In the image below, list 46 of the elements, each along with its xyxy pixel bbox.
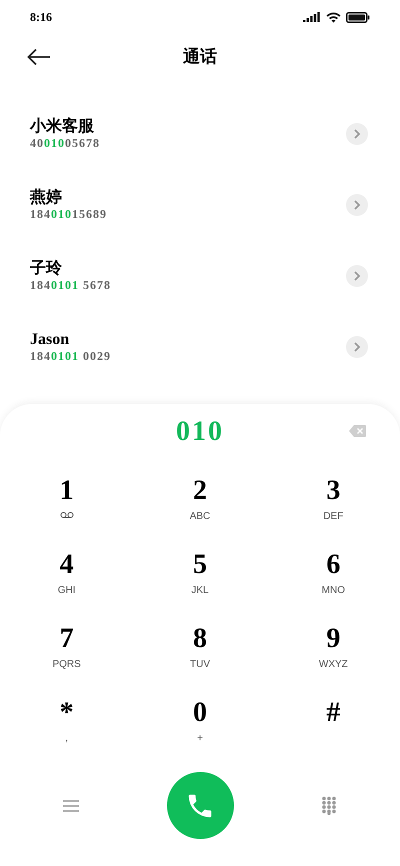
dial-key[interactable]: 9 WXYZ (266, 622, 400, 696)
details-button[interactable] (346, 122, 368, 144)
dial-key[interactable]: 8 TUV (133, 622, 267, 696)
dial-key[interactable]: * , (0, 696, 134, 770)
dial-key[interactable]: 0 + (133, 696, 267, 770)
contact-name: 燕婷 (30, 188, 63, 206)
dial-key[interactable]: 1 (0, 474, 134, 548)
keypad-button[interactable] (320, 796, 338, 816)
contact-number: 1840101 0029 (30, 348, 111, 362)
contact-name: 小米客服 (30, 118, 95, 136)
contact-row[interactable]: 小米客服 4001005678 (0, 98, 400, 169)
contact-number: 184010 15689 (30, 206, 107, 220)
menu-icon (63, 798, 79, 812)
details-button[interactable] (346, 264, 368, 286)
dialed-number: 010 (176, 415, 224, 449)
dial-key[interactable]: 5 JKL (133, 548, 267, 622)
details-button[interactable] (346, 336, 368, 358)
chevron-right-icon (353, 128, 361, 138)
dial-key[interactable]: 4 GHI (0, 548, 134, 622)
status-time: 8:16 (30, 9, 52, 26)
dial-key[interactable]: 6 MNO (266, 548, 400, 622)
contact-name: 子玲 (30, 260, 63, 278)
contact-number: 4001005678 (30, 136, 100, 150)
contact-number: 1840101 5678 (30, 278, 111, 292)
details-button[interactable] (346, 194, 368, 216)
chevron-right-icon (353, 200, 361, 210)
signal-icon (303, 12, 321, 22)
dial-key[interactable]: # (266, 696, 400, 770)
chevron-right-icon (353, 342, 361, 352)
backspace-icon (349, 425, 366, 437)
contact-name: Jason (30, 330, 70, 348)
wifi-icon (326, 12, 341, 22)
voicemail-icon (60, 512, 74, 519)
battery-icon (346, 12, 370, 22)
dial-key[interactable]: 2 ABC (133, 474, 267, 548)
contact-row[interactable]: Jason 1840101 0029 (0, 311, 400, 382)
back-arrow-icon (27, 48, 51, 66)
keypad-icon (321, 796, 337, 815)
contact-row[interactable]: 燕婷 184010 15689 (0, 169, 400, 240)
chevron-right-icon (353, 270, 361, 280)
dial-key[interactable]: 3 DEF (266, 474, 400, 548)
menu-button[interactable] (62, 798, 80, 814)
backspace-button[interactable] (349, 425, 366, 437)
dial-key[interactable]: 7 PQRS (0, 622, 134, 696)
contact-row[interactable]: 子玲 1840101 5678 (0, 240, 400, 311)
page-title: 通话 (183, 46, 217, 68)
